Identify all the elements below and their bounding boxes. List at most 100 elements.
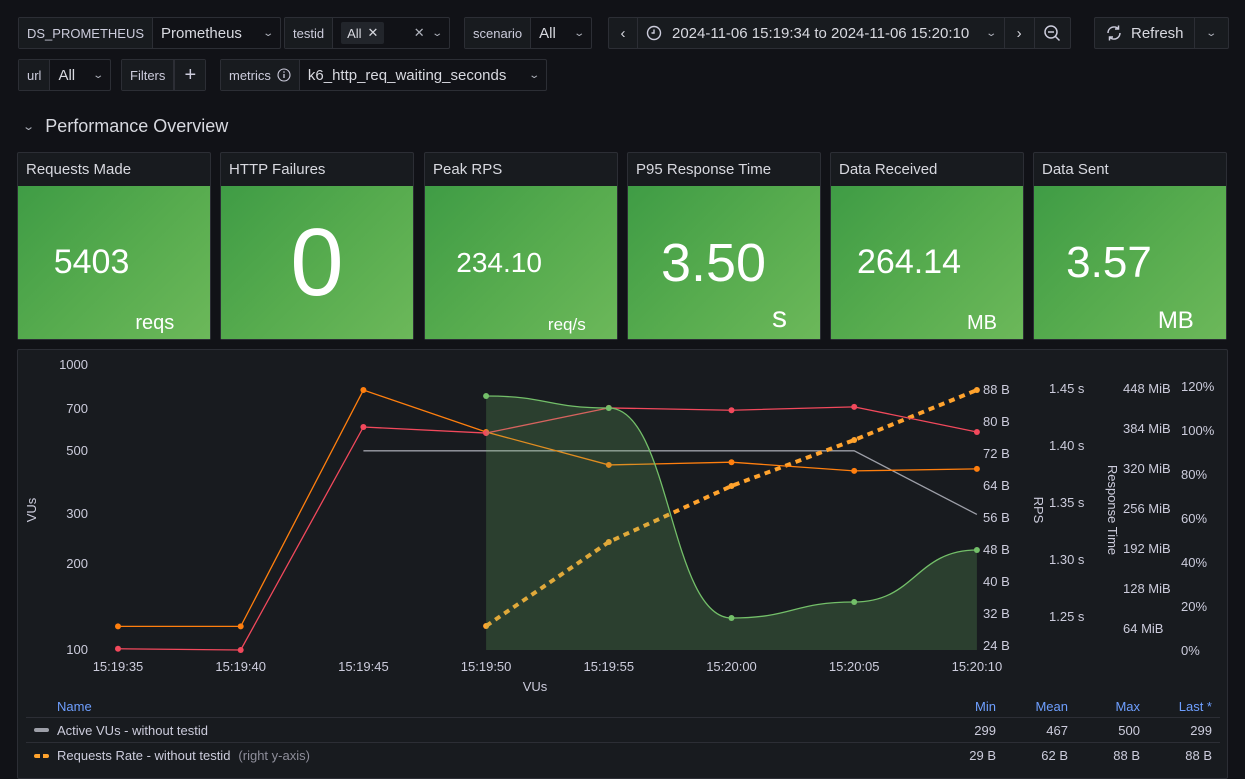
chevron-down-icon: ⌄ (1205, 27, 1217, 39)
stat-value: 234.10 (456, 246, 542, 278)
url-variable: url All ⌄ (18, 59, 112, 91)
metrics-label: metrics (229, 67, 271, 83)
time-range-label: 2024-11-06 15:19:34 to 2024-11-06 15:20:… (672, 24, 970, 42)
legend-series-name: Requests Rate - without testid (57, 748, 231, 763)
legend-row[interactable]: Active VUs - without testid 299 467 500 … (26, 718, 1220, 743)
panel-title: HTTP Failures (229, 161, 326, 178)
clear-icon[interactable]: ✕ (414, 25, 425, 41)
filters-label: Filters (122, 60, 175, 90)
stat-value: 3.50 (660, 232, 767, 293)
legend-header-max[interactable]: Max (1076, 699, 1148, 714)
refresh-button[interactable]: Refresh (1095, 18, 1195, 48)
stat-value-area: 264.14 MB (831, 186, 1023, 339)
stat-value: 5403 (53, 243, 130, 281)
add-filter-button[interactable]: + (174, 60, 206, 90)
chevron-right-icon: › (1016, 24, 1022, 42)
refresh-label: Refresh (1131, 24, 1184, 42)
stat-unit: MB (1157, 307, 1194, 334)
chevron-left-icon: ‹ (620, 24, 626, 42)
testid-chip: All ✕ (341, 22, 385, 44)
zoom-out-button[interactable] (1035, 18, 1070, 48)
ad-hoc-filters: Filters + (121, 59, 207, 91)
chevron-down-icon: ⌄ (92, 69, 105, 81)
row-header[interactable]: ⌄ Performance Overview (22, 116, 229, 137)
panel-title: Data Sent (1042, 161, 1109, 178)
legend-series-name: Active VUs - without testid (57, 722, 208, 738)
stat-panel-data-received[interactable]: Data Received 264.14 MB (830, 152, 1024, 340)
legend-header-last[interactable]: Last * (1148, 699, 1220, 714)
chevron-down-icon: ⌄ (261, 27, 274, 39)
zoom-out-icon (1044, 25, 1061, 42)
chevron-down-icon: ⌄ (985, 27, 998, 39)
metrics-label-wrap: metrics (221, 60, 300, 90)
stat-panel-peak-rps[interactable]: Peak RPS 234.10 req/s (424, 152, 618, 340)
panel-title: P95 Response Time (636, 161, 772, 178)
time-range-button[interactable]: 2024-11-06 15:19:34 to 2024-11-06 15:20:… (638, 18, 1005, 48)
legend-header-name[interactable]: Name (26, 699, 932, 714)
stat-unit: req/s (547, 315, 586, 334)
row-title: Performance Overview (45, 116, 229, 136)
panel-title: Data Received (839, 161, 938, 178)
remove-chip-icon[interactable]: ✕ (368, 25, 379, 41)
stat-unit: reqs (135, 312, 175, 334)
legend-table: Name Min Mean Max Last * Active VUs - wi… (26, 696, 1220, 768)
stat-value-area: 234.10 req/s (425, 186, 617, 339)
scenario-value: All (539, 24, 556, 42)
metrics-select[interactable]: k6_http_req_waiting_seconds ⌄ (300, 60, 546, 90)
datasource-variable: DS_PROMETHEUS Prometheus ⌄ (18, 17, 282, 49)
chevron-down-icon: ⌄ (22, 121, 36, 133)
legend-max: 500 (1118, 722, 1140, 738)
legend-min: 29 B (969, 748, 996, 763)
legend-mean: 62 B (1041, 748, 1068, 763)
testid-select[interactable]: All ✕ ✕ ⌄ (333, 18, 449, 48)
panel-title: Peak RPS (433, 161, 503, 178)
legend-last: 299 (1190, 722, 1212, 738)
info-icon[interactable] (277, 68, 291, 82)
panel-title: Requests Made (26, 161, 132, 178)
url-select[interactable]: All ⌄ (50, 60, 110, 90)
time-picker: ‹ 2024-11-06 15:19:34 to 2024-11-06 15:2… (608, 17, 1071, 49)
clock-icon (646, 25, 662, 41)
scenario-variable: scenario All ⌄ (464, 17, 593, 49)
refresh-interval-button[interactable]: ⌄ (1195, 18, 1228, 48)
stat-panel-http-failures[interactable]: HTTP Failures 0 (220, 152, 414, 340)
datasource-label: DS_PROMETHEUS (19, 18, 154, 48)
time-forward-button[interactable]: › (1005, 18, 1035, 48)
series-swatch (34, 728, 49, 732)
metrics-value: k6_http_req_waiting_seconds (307, 66, 507, 84)
stat-panel-p95-response-time[interactable]: P95 Response Time 3.50 s (627, 152, 821, 340)
url-label: url (19, 60, 51, 90)
legend-min: 299 (974, 722, 996, 738)
refresh-picker: Refresh ⌄ (1094, 17, 1229, 49)
chevron-down-icon: ⌄ (527, 69, 540, 81)
datasource-select[interactable]: Prometheus ⌄ (153, 18, 280, 48)
stat-value: 3.57 (1066, 237, 1152, 287)
scenario-label: scenario (465, 18, 532, 48)
testid-label: testid (285, 18, 334, 48)
stat-unit: MB (967, 312, 997, 334)
stat-panel-requests-made[interactable]: Requests Made 5403 reqs (17, 152, 211, 340)
stat-value: 0 (290, 208, 344, 316)
url-value: All (58, 66, 76, 84)
stat-value-area: 3.57 MB (1034, 186, 1226, 339)
scenario-select[interactable]: All ⌄ (531, 18, 591, 48)
stat-panel-data-sent[interactable]: Data Sent 3.57 MB (1033, 152, 1227, 340)
chevron-down-icon: ⌄ (573, 27, 585, 39)
datasource-value: Prometheus (161, 24, 242, 42)
stat-value-area: 3.50 s (628, 186, 820, 339)
legend-row[interactable]: Requests Rate - without testid (right y-a… (26, 743, 1220, 768)
legend-header: Name Min Mean Max Last * (26, 696, 1220, 718)
time-back-button[interactable]: ‹ (609, 18, 638, 48)
legend-axis-note: (right y-axis) (238, 748, 310, 763)
testid-chip-label: All (347, 25, 362, 41)
refresh-icon (1107, 25, 1121, 41)
legend-max: 88 B (1113, 748, 1140, 763)
stat-value-area: 5403 reqs (18, 186, 210, 339)
testid-variable: testid All ✕ ✕ ⌄ (284, 17, 451, 49)
stat-value: 264.14 (857, 243, 961, 281)
legend-last: 88 B (1185, 748, 1212, 763)
legend-mean: 467 (1046, 722, 1068, 738)
legend-header-min[interactable]: Min (932, 699, 1004, 714)
series-swatch-dashed (34, 753, 49, 758)
legend-header-mean[interactable]: Mean (1004, 699, 1076, 714)
